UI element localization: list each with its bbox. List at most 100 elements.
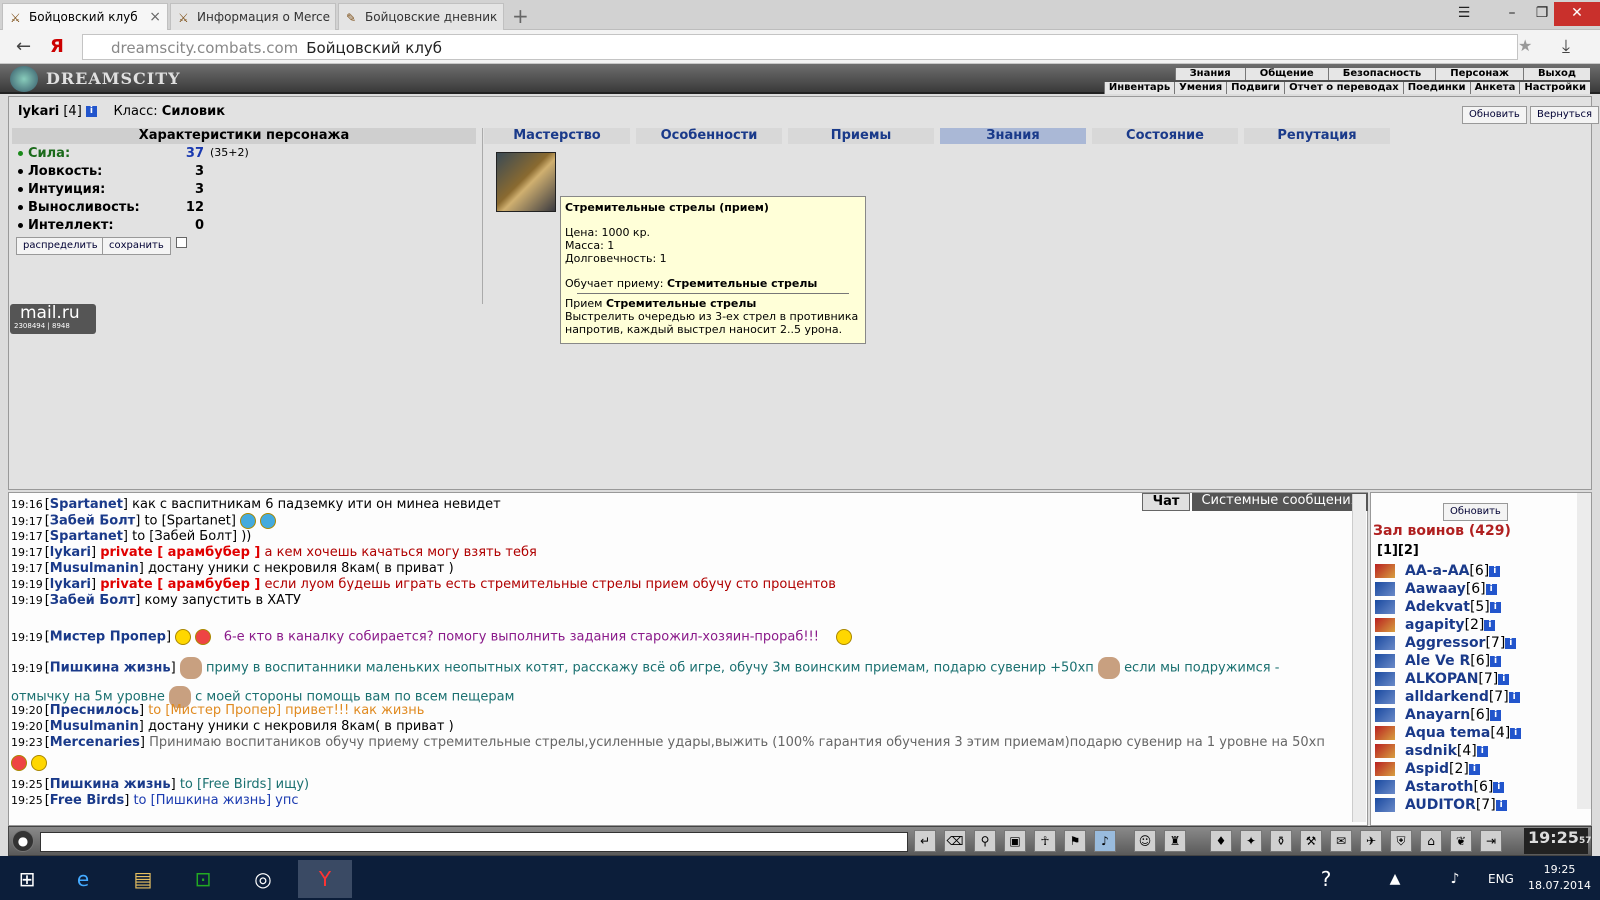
submenu-item-transfers[interactable]: Отчет о переводах: [1284, 82, 1403, 94]
user-item[interactable]: Aqua tema[4] i: [1375, 725, 1522, 741]
users-refresh-button[interactable]: Обновить: [1443, 503, 1508, 521]
page-links[interactable]: [1][2]: [1377, 543, 1419, 558]
house-icon[interactable]: ⌂: [1420, 830, 1442, 852]
info-icon[interactable]: i: [1498, 673, 1510, 685]
chat-scrollbar[interactable]: [1352, 494, 1366, 822]
user-item[interactable]: Ale Ve R[6] i: [1375, 653, 1502, 669]
tab-techniques[interactable]: Приемы: [788, 128, 936, 144]
map-icon[interactable]: ✈: [1360, 830, 1382, 852]
chat-nick[interactable]: lykari: [50, 545, 91, 560]
info-icon[interactable]: i: [1489, 601, 1501, 613]
tab-mastery[interactable]: Мастерство: [484, 128, 632, 144]
network-icon[interactable]: ▲: [1380, 860, 1410, 898]
user-item[interactable]: AA-a-AA[6] i: [1375, 563, 1501, 579]
back-icon[interactable]: ←: [16, 36, 31, 57]
chat-nick[interactable]: Пишкина жизнь: [50, 777, 171, 792]
download-icon[interactable]: ⤓: [1562, 36, 1570, 57]
info-icon[interactable]: i: [1476, 745, 1488, 757]
submenu-item-feats[interactable]: Подвиги: [1226, 82, 1285, 94]
info-icon[interactable]: i: [1484, 619, 1496, 631]
distribute-button[interactable]: распределить: [16, 237, 105, 255]
info-icon[interactable]: i: [1468, 763, 1480, 775]
submenu-item-settings[interactable]: Настройки: [1519, 82, 1590, 94]
url-field[interactable]: dreamscity.combats.com Бойцовский клуб: [82, 34, 1518, 60]
logo[interactable]: DREAMSCITY: [10, 66, 181, 92]
character-nick[interactable]: lykari: [18, 104, 59, 119]
user-item[interactable]: agapity[2] i: [1375, 617, 1496, 633]
info-icon[interactable]: i: [1495, 799, 1507, 811]
close-window-icon[interactable]: ✕: [1554, 2, 1600, 26]
browser-tab[interactable]: ⚔ Информация о Merce: [170, 3, 336, 30]
hp-icon[interactable]: ◎: [236, 860, 290, 898]
tab-state[interactable]: Состояние: [1092, 128, 1240, 144]
chat-nick[interactable]: Free Birds: [50, 793, 124, 808]
tab-features[interactable]: Особенности: [636, 128, 784, 144]
chat-nick[interactable]: Musulmanin: [50, 561, 139, 576]
user-item[interactable]: asdnik[4] i: [1375, 743, 1488, 759]
chat-nick[interactable]: lykari: [50, 577, 91, 592]
chat-nick[interactable]: Musulmanin: [50, 719, 139, 734]
clan-icon[interactable]: ♜: [1164, 830, 1186, 852]
ie-icon[interactable]: e: [56, 860, 110, 898]
back-button[interactable]: Вернуться: [1530, 106, 1600, 124]
user-item[interactable]: Aggressor[7] i: [1375, 635, 1517, 651]
filter-messages-icon[interactable]: ⚑: [1064, 830, 1086, 852]
save-button[interactable]: сохранить: [102, 237, 171, 255]
pet-icon[interactable]: ❦: [1450, 830, 1472, 852]
info-icon[interactable]: i: [1489, 565, 1501, 577]
submenu-item-fights[interactable]: Поединки: [1402, 82, 1470, 94]
yandex-browser-icon[interactable]: Y: [298, 860, 352, 898]
info-icon[interactable]: i: [85, 106, 97, 117]
chat-nick[interactable]: Пишкина жизнь: [50, 661, 171, 676]
user-item[interactable]: Astaroth[6] i: [1375, 779, 1505, 795]
tab-system-messages[interactable]: Системные сообщения: [1192, 493, 1368, 511]
store-icon[interactable]: ⊡: [176, 860, 230, 898]
user-item[interactable]: Anayarn[6] i: [1375, 707, 1502, 723]
info-icon[interactable]: i: [1490, 655, 1502, 667]
quest-icon[interactable]: ✉: [1330, 830, 1352, 852]
filter-icon[interactable]: ⚲: [974, 830, 996, 852]
new-tab-icon[interactable]: +: [512, 4, 529, 28]
tune-icon[interactable]: ♪: [1094, 830, 1116, 852]
tab-reputation[interactable]: Репутация: [1244, 128, 1392, 144]
submenu-item-profile[interactable]: Анкета: [1469, 82, 1520, 94]
chat-nick[interactable]: Spartanet: [50, 529, 123, 544]
user-item[interactable]: Aawaay[6] i: [1375, 581, 1497, 597]
chat-nick[interactable]: Mercenaries: [50, 735, 140, 750]
user-item[interactable]: ALKOPAN[7] i: [1375, 671, 1510, 687]
star-icon[interactable]: ★: [1518, 36, 1532, 55]
chat-nick[interactable]: Spartanet: [50, 497, 123, 512]
fighter-icon[interactable]: ☥: [1034, 830, 1056, 852]
browser-tab[interactable]: ✎ Бойцовские дневник: [338, 3, 504, 30]
info-icon[interactable]: i: [1493, 781, 1505, 793]
eraser-icon[interactable]: ⌫: [944, 830, 966, 852]
scroll-item-icon[interactable]: [496, 152, 556, 212]
user-item[interactable]: Aspid[2] i: [1375, 761, 1480, 777]
info-icon[interactable]: i: [1485, 583, 1497, 595]
user-item[interactable]: Adekvat[5] i: [1375, 599, 1501, 615]
tab-chat[interactable]: Чат: [1142, 493, 1190, 511]
armor-icon[interactable]: ⛨: [1390, 830, 1412, 852]
explorer-icon[interactable]: ▤: [116, 860, 170, 898]
tray-clock[interactable]: 19:25 18.07.2014: [1528, 862, 1591, 894]
submenu-item-skills[interactable]: Умения: [1174, 82, 1227, 94]
bag-icon[interactable]: ⚱: [1270, 830, 1292, 852]
chat-mode-icon[interactable]: ●: [12, 830, 34, 852]
windows-start-icon[interactable]: ⊞: [0, 860, 54, 898]
chat-nick[interactable]: Забей Болт: [50, 593, 135, 608]
info-icon[interactable]: i: [1508, 691, 1520, 703]
send-icon[interactable]: ↵: [914, 830, 936, 852]
menu-icon[interactable]: ☰: [1446, 2, 1482, 26]
close-tab-icon[interactable]: ×: [149, 9, 161, 25]
browser-tab-active[interactable]: ⚔ Бойцовский клуб ×: [2, 3, 168, 30]
help-icon[interactable]: ?: [1306, 860, 1346, 898]
mailru-counter[interactable]: mail.ru 2308494 | 8948: [10, 304, 96, 334]
refresh-button[interactable]: Обновить: [1462, 106, 1527, 124]
volume-icon[interactable]: ♪: [1440, 860, 1470, 898]
smile-picker-icon[interactable]: ☺: [1134, 830, 1156, 852]
save-log-icon[interactable]: ▣: [1004, 830, 1026, 852]
sound-icon[interactable]: ♦: [1210, 830, 1232, 852]
users-scrollbar[interactable]: [1577, 493, 1591, 809]
save-checkbox[interactable]: [176, 237, 187, 248]
chest-icon[interactable]: ⚒: [1300, 830, 1322, 852]
